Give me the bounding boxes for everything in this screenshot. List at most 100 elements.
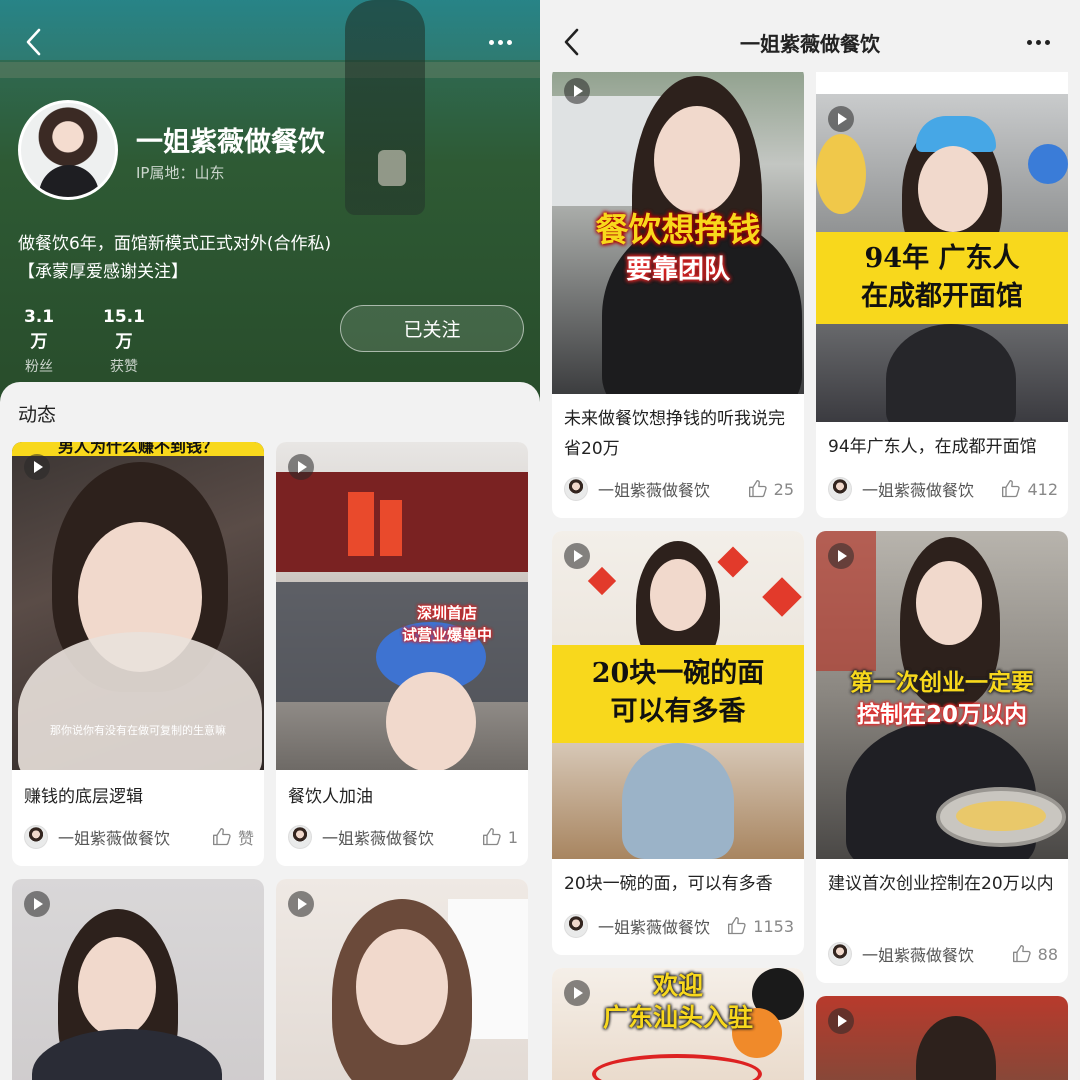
post-card[interactable]: 欢迎 广东汕头入驻	[552, 968, 804, 1080]
video-thumbnail[interactable]	[816, 996, 1068, 1080]
like-button[interactable]: 88	[1012, 944, 1058, 964]
caption-line: 深圳首店	[416, 604, 477, 622]
post-card[interactable]: 20块一碗的面 可以有多香 20块一碗的面，可以有多香 一姐紫薇做餐饮 1153	[552, 531, 804, 955]
following-button[interactable]: 已关注	[340, 305, 524, 352]
post-card[interactable]	[276, 879, 528, 1080]
likes-stat[interactable]: 15.1万 获赞	[96, 307, 152, 376]
caption-line: 欢迎	[652, 971, 703, 1000]
caption-line: 94年 广东人	[864, 243, 1020, 274]
thumbnail-caption: 欢迎 广东汕头入驻	[552, 970, 804, 1034]
page-title: 一姐紫薇做餐饮	[740, 32, 880, 56]
post-card[interactable]	[12, 879, 264, 1080]
bio-line: 【承蒙厚爱感谢关注】	[18, 262, 188, 282]
video-thumbnail[interactable]	[276, 879, 528, 1080]
thumbnail-caption: 20块一碗的面 可以有多香	[552, 645, 804, 743]
post-meta: 一姐紫薇做餐饮 1	[288, 824, 518, 850]
post-card[interactable]	[816, 996, 1068, 1080]
top-bar: 一姐紫薇做餐饮	[540, 0, 1080, 72]
like-button[interactable]: 25	[748, 479, 794, 499]
video-thumbnail[interactable]	[12, 879, 264, 1080]
post-card[interactable]: 第一次创业一定要 控制在20万以内 建议首次创业控制在20万以内 一姐紫薇做餐饮…	[816, 531, 1068, 983]
video-thumbnail[interactable]: 男人为什么赚不到钱？ 那你说你有没有在做可复制的生意嘛	[12, 442, 264, 770]
play-icon	[24, 454, 50, 480]
more-button[interactable]	[1020, 24, 1056, 60]
thumbs-up-icon	[1012, 945, 1031, 963]
video-thumbnail[interactable]: 第一次创业一定要 控制在20万以内	[816, 531, 1068, 859]
caption-line: 要靠团队	[625, 255, 730, 285]
author-name[interactable]: 一姐紫薇做餐饮	[862, 477, 1001, 501]
video-thumbnail[interactable]: 欢迎 广东汕头入驻	[552, 968, 804, 1080]
post-meta: 一姐紫薇做餐饮 412	[828, 476, 1058, 502]
post-meta: 一姐紫薇做餐饮 88	[828, 941, 1058, 967]
profile-name: 一姐紫薇做餐饮	[136, 127, 325, 158]
thumbs-up-icon	[748, 480, 767, 498]
author-name[interactable]: 一姐紫薇做餐饮	[322, 825, 482, 849]
like-count: 1153	[753, 916, 794, 936]
profile-bio: 做餐饮6年，面馆新模式正式对外(合作私) 【承蒙厚爱感谢关注】	[18, 230, 518, 286]
like-button[interactable]: 1153	[727, 916, 794, 936]
post-card[interactable]: 餐饮想挣钱 要靠团队 未来做餐饮想挣钱的听我说完省20万 一姐紫薇做餐饮 25	[552, 66, 804, 518]
fans-label: 粉丝	[25, 359, 53, 375]
thumbs-up-icon	[728, 917, 746, 935]
author-avatar[interactable]	[564, 914, 588, 938]
like-button[interactable]: 412	[1001, 479, 1058, 499]
post-title[interactable]: 94年广东人，在成都开面馆	[828, 432, 1058, 462]
play-icon	[288, 454, 314, 480]
background-bag	[378, 150, 406, 186]
thumbnail-caption: 第一次创业一定要 控制在20万以内	[816, 667, 1068, 731]
post-card[interactable]: 男人为什么赚不到钱？ 那你说你有没有在做可复制的生意嘛 赚钱的底层逻辑 一姐紫薇…	[12, 442, 264, 866]
post-title[interactable]: 餐饮人加油	[288, 782, 518, 812]
like-button[interactable]: 赞	[212, 825, 254, 849]
post-title[interactable]: 20块一碗的面，可以有多香	[564, 869, 794, 899]
post-meta: 一姐紫薇做餐饮 25	[564, 476, 794, 502]
caption-line: 餐饮想挣钱	[595, 210, 761, 249]
author-name[interactable]: 一姐紫薇做餐饮	[58, 825, 212, 849]
caption-line: 控制在20万以内	[856, 702, 1027, 728]
profile-panel: 一姐紫薇做餐饮 IP属地：山东 做餐饮6年，面馆新模式正式对外(合作私) 【承蒙…	[0, 0, 540, 1080]
thumbnail-caption: 94年 广东人 在成都开面馆	[816, 232, 1068, 324]
video-thumbnail[interactable]: 餐饮想挣钱 要靠团队	[552, 66, 804, 394]
author-name[interactable]: 一姐紫薇做餐饮	[598, 477, 748, 501]
caption-line: 第一次创业一定要	[850, 670, 1034, 696]
video-thumbnail[interactable]: 深圳首店 试营业爆单中	[276, 442, 528, 770]
post-title[interactable]: 建议首次创业控制在20万以内	[828, 869, 1058, 899]
caption-line: 试营业爆单中	[401, 626, 492, 644]
post-title[interactable]: 未来做餐饮想挣钱的听我说完省20万	[564, 404, 794, 464]
author-avatar[interactable]	[828, 942, 852, 966]
author-avatar[interactable]	[828, 477, 852, 501]
post-title[interactable]: 赚钱的底层逻辑	[24, 782, 254, 812]
post-meta: 一姐紫薇做餐饮 赞	[24, 824, 254, 850]
caption-line: 广东汕头入驻	[602, 1003, 753, 1032]
video-thumbnail[interactable]: 20块一碗的面 可以有多香	[552, 531, 804, 859]
bio-line: 做餐饮6年，面馆新模式正式对外(合作私)	[18, 234, 332, 254]
caption-line: 20块一碗的面	[591, 658, 765, 689]
back-button[interactable]	[16, 24, 52, 60]
like-count: 赞	[237, 829, 254, 848]
author-avatar[interactable]	[564, 477, 588, 501]
sea-background	[0, 0, 540, 60]
activity-section: 动态 男人为什么赚不到钱？ 那你说你有没有在做可复制的生意嘛 赚钱的底层逻辑 一…	[0, 382, 540, 1080]
play-icon	[828, 543, 854, 569]
post-card[interactable]: 94年 广东人 在成都开面馆 94年广东人，在成都开面馆 一姐紫薇做餐饮 412	[816, 40, 1068, 518]
more-button[interactable]	[482, 24, 518, 60]
author-name[interactable]: 一姐紫薇做餐饮	[862, 942, 1012, 966]
video-thumbnail[interactable]: 94年 广东人 在成都开面馆	[816, 94, 1068, 422]
fans-count: 3.1万	[23, 307, 55, 352]
play-icon	[564, 543, 590, 569]
author-avatar[interactable]	[24, 825, 48, 849]
author-avatar[interactable]	[288, 825, 312, 849]
thumbs-up-icon	[482, 828, 501, 846]
author-name[interactable]: 一姐紫薇做餐饮	[598, 914, 727, 938]
like-button[interactable]: 1	[482, 827, 518, 847]
play-icon	[288, 891, 314, 917]
post-card[interactable]: 深圳首店 试营业爆单中 餐饮人加油 一姐紫薇做餐饮 1	[276, 442, 528, 866]
thumbnail-caption: 男人为什么赚不到钱？	[12, 442, 264, 456]
post-meta: 一姐紫薇做餐饮 1153	[564, 913, 794, 939]
fans-stat[interactable]: 3.1万 粉丝	[18, 307, 60, 376]
like-count: 412	[1027, 479, 1058, 499]
play-icon	[828, 1008, 854, 1034]
feed-panel: 餐饮想挣钱 要靠团队 未来做餐饮想挣钱的听我说完省20万 一姐紫薇做餐饮 25 …	[540, 0, 1080, 1080]
profile-avatar[interactable]	[18, 100, 118, 200]
like-count: 1	[507, 827, 518, 847]
likes-count: 15.1万	[103, 307, 145, 352]
